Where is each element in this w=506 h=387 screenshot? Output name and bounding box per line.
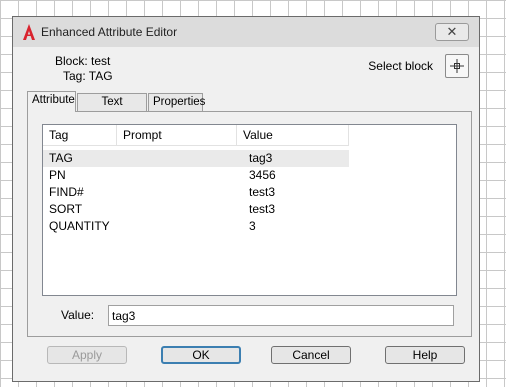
close-button[interactable]: ✕ [435, 23, 469, 41]
window-title: Enhanced Attribute Editor [41, 25, 178, 39]
column-header-value[interactable]: Value [237, 125, 349, 145]
help-button[interactable]: Help [385, 346, 465, 364]
autocad-logo-icon [23, 24, 35, 40]
block-name-label: Block: test [55, 54, 111, 68]
crosshair-pick-icon [450, 59, 464, 73]
row-tag: QUANTITY [49, 219, 110, 233]
tab-properties[interactable]: Properties [148, 93, 205, 111]
column-header-prompt[interactable]: Prompt [117, 125, 237, 145]
row-tag: PN [49, 168, 66, 182]
select-block-label: Select block [368, 59, 433, 73]
row-value: 3456 [249, 168, 276, 182]
select-block-button[interactable] [445, 54, 469, 78]
title-bar[interactable]: Enhanced Attribute Editor ✕ [13, 17, 479, 47]
row-tag: TAG [49, 151, 73, 165]
cancel-button[interactable]: Cancel [271, 346, 351, 364]
apply-button[interactable]: Apply [47, 346, 127, 364]
table-row[interactable]: TAG tag3 [43, 150, 349, 167]
row-value: 3 [249, 219, 256, 233]
enhanced-attribute-editor-dialog: Enhanced Attribute Editor ✕ Block: test … [12, 16, 480, 382]
table-row[interactable]: QUANTITY 3 [43, 218, 349, 235]
row-value: tag3 [249, 151, 273, 165]
column-header-tag[interactable]: Tag [43, 125, 117, 145]
table-row[interactable]: SORT test3 [43, 201, 349, 218]
attribute-tab-panel: Tag Prompt Value TAG tag3 PN 3456 FIND# … [27, 111, 472, 337]
tab-text-options[interactable]: Text Options [77, 93, 147, 125]
table-row[interactable]: PN 3456 [43, 167, 349, 184]
row-tag: FIND# [49, 185, 84, 199]
list-header: Tag Prompt Value [43, 125, 349, 146]
tag-name-label: Tag: TAG [63, 69, 113, 83]
ok-button[interactable]: OK [161, 346, 241, 364]
attribute-list[interactable]: Tag Prompt Value TAG tag3 PN 3456 FIND# … [42, 124, 457, 296]
row-tag: SORT [49, 202, 83, 216]
value-field-label: Value: [61, 308, 95, 322]
value-input[interactable] [108, 305, 454, 326]
row-value: test3 [249, 202, 276, 216]
table-row[interactable]: FIND# test3 [43, 184, 349, 201]
tab-attribute[interactable]: Attribute [27, 91, 76, 112]
row-value: test3 [249, 185, 276, 199]
close-icon: ✕ [446, 24, 458, 39]
